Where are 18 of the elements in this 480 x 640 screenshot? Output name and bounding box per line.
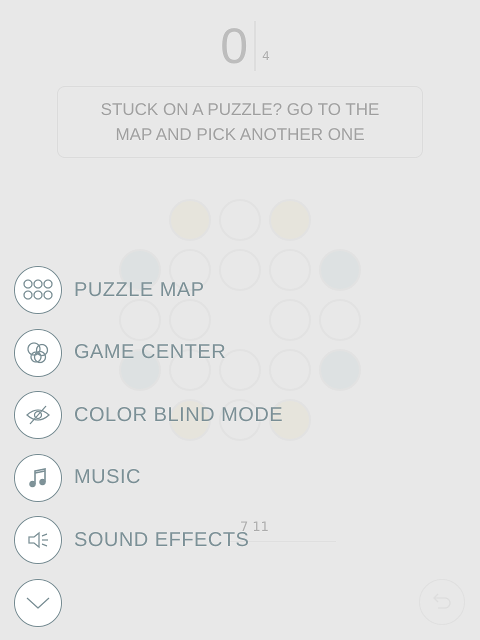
menu-button[interactable]	[14, 391, 62, 439]
menu-label[interactable]: PUZZLE MAP	[74, 278, 205, 302]
chevron-down-icon	[25, 594, 51, 610]
dots-grid-icon	[23, 279, 53, 301]
eye-slash-icon	[25, 403, 51, 427]
menu-button[interactable]	[14, 454, 62, 502]
music-note-icon	[27, 466, 49, 488]
move-count: 4	[262, 49, 270, 63]
collapse-button[interactable]	[14, 578, 62, 626]
bubbles-icon	[26, 340, 50, 364]
menu-button[interactable]	[14, 328, 62, 376]
menu-label[interactable]: COLOR BLIND MODE	[74, 404, 284, 426]
menu-button[interactable]	[14, 266, 62, 314]
menu-label[interactable]: MUSIC	[74, 466, 141, 489]
menu-label[interactable]: GAME CENTER	[74, 341, 226, 364]
menu-button[interactable]	[14, 516, 62, 564]
hint-bubble: STUCK ON A PUZZLE? GO TO THE MAP AND PICK ANOTHER ONE	[57, 86, 423, 158]
speaker-icon	[26, 529, 50, 551]
